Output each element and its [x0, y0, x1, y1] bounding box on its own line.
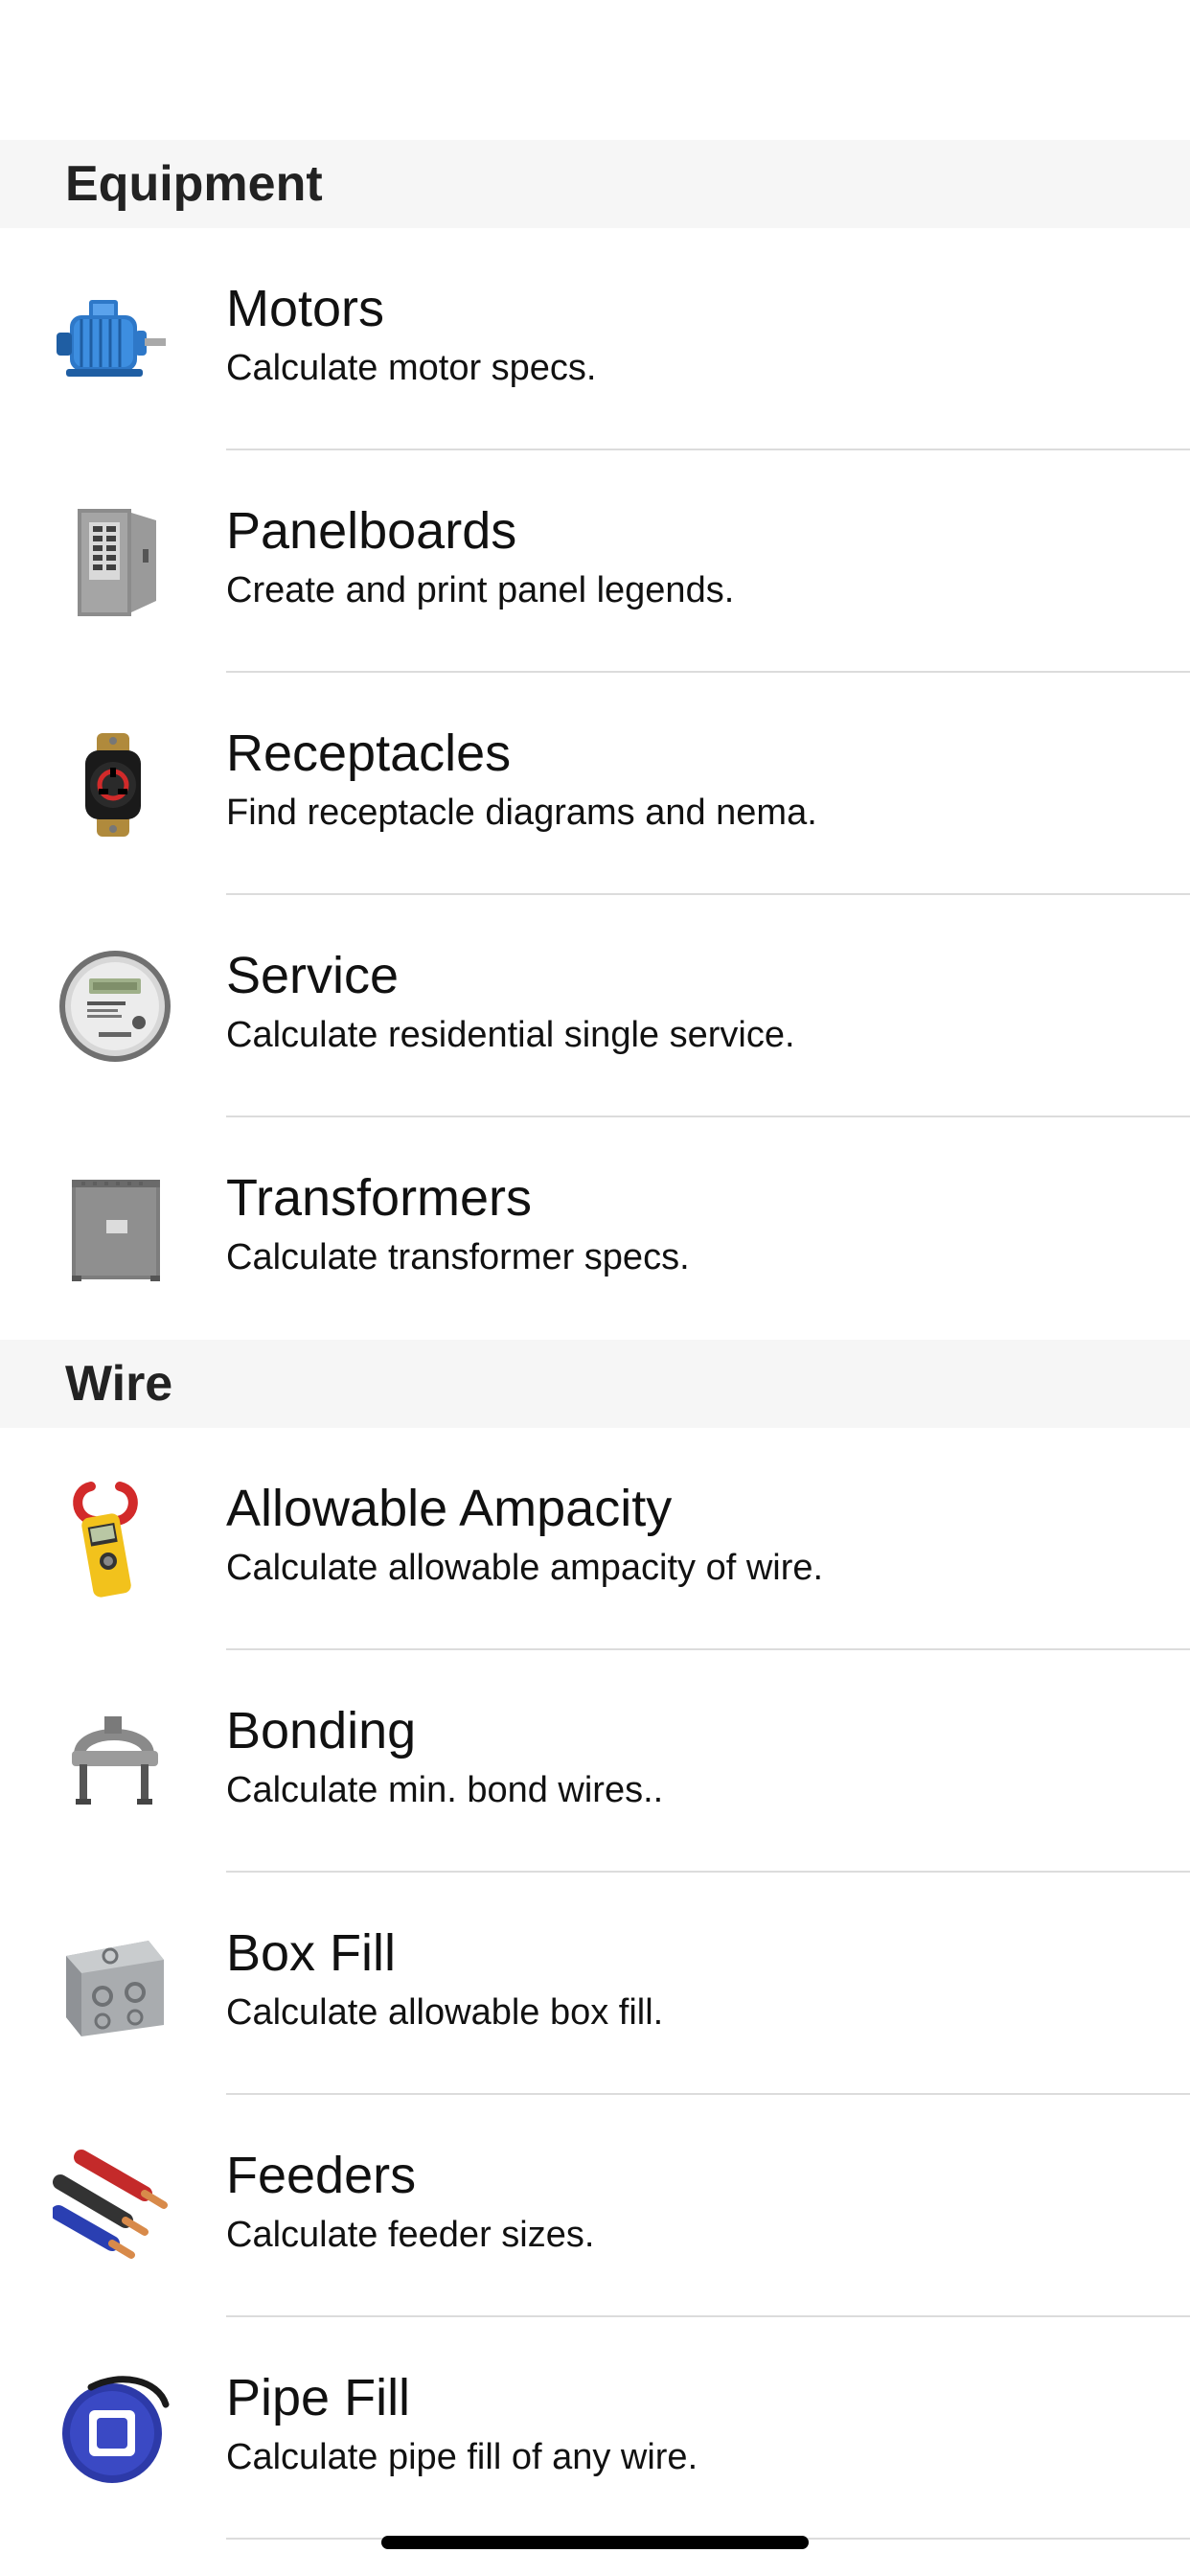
item-title: Allowable Ampacity: [226, 1480, 673, 1537]
receptacle-icon: [48, 717, 182, 851]
list-item-feeders[interactable]: Feeders Calculate feeder sizes.: [0, 2095, 1190, 2317]
item-subtitle: Calculate pipe fill of any wire.: [226, 2437, 698, 2477]
panelboard-icon: [48, 494, 182, 629]
fish-tape-icon: [48, 2361, 182, 2496]
item-subtitle: Calculate allowable ampacity of wire.: [226, 1548, 824, 1588]
item-title: Bonding: [226, 1702, 417, 1760]
transformer-icon: [48, 1162, 182, 1296]
junction-box-icon: [48, 1917, 182, 2051]
clamp-meter-icon: [48, 1472, 182, 1606]
section-title: Wire: [65, 1356, 173, 1412]
list-item-receptacles[interactable]: Receptacles Find receptacle diagrams and…: [0, 673, 1190, 895]
section-header-equipment: Equipment: [0, 140, 1190, 228]
status-bar-area: [0, 0, 1190, 140]
meter-icon: [48, 939, 182, 1073]
item-title: Box Fill: [226, 1924, 397, 1982]
item-title: Service: [226, 947, 400, 1004]
item-title: Panelboards: [226, 502, 517, 560]
list-item-box-fill[interactable]: Box Fill Calculate allowable box fill.: [0, 1873, 1190, 2095]
section-title: Equipment: [65, 156, 323, 212]
item-subtitle: Calculate feeder sizes.: [226, 2215, 595, 2255]
wires-icon: [48, 2139, 182, 2273]
list-item-bonding[interactable]: Bonding Calculate min. bond wires..: [0, 1650, 1190, 1873]
item-title: Motors: [226, 280, 385, 337]
list-item-service[interactable]: Service Calculate residential single ser…: [0, 895, 1190, 1117]
list-item-transformers[interactable]: Transformers Calculate transformer specs…: [0, 1117, 1190, 1340]
item-subtitle: Find receptacle diagrams and nema.: [226, 793, 817, 833]
bond-clamp-icon: [48, 1694, 182, 1828]
motor-icon: [48, 272, 182, 406]
section-header-wire: Wire: [0, 1340, 1190, 1428]
item-subtitle: Create and print panel legends.: [226, 570, 735, 610]
item-title: Pipe Fill: [226, 2369, 411, 2426]
list-item-motors[interactable]: Motors Calculate motor specs.: [0, 228, 1190, 450]
item-title: Feeders: [226, 2147, 417, 2204]
item-subtitle: Calculate allowable box fill.: [226, 1992, 664, 2033]
item-subtitle: Calculate min. bond wires..: [226, 1770, 664, 1810]
home-indicator[interactable]: [381, 2536, 809, 2549]
item-subtitle: Calculate transformer specs.: [226, 1237, 690, 1277]
list-item-panelboards[interactable]: Panelboards Create and print panel legen…: [0, 450, 1190, 673]
item-subtitle: Calculate residential single service.: [226, 1015, 795, 1055]
item-subtitle: Calculate motor specs.: [226, 348, 597, 388]
item-title: Receptacles: [226, 724, 512, 782]
item-title: Transformers: [226, 1169, 533, 1227]
list-item-pipe-fill[interactable]: Pipe Fill Calculate pipe fill of any wir…: [0, 2317, 1190, 2540]
list-item-allowable-ampacity[interactable]: Allowable Ampacity Calculate allowable a…: [0, 1428, 1190, 1650]
